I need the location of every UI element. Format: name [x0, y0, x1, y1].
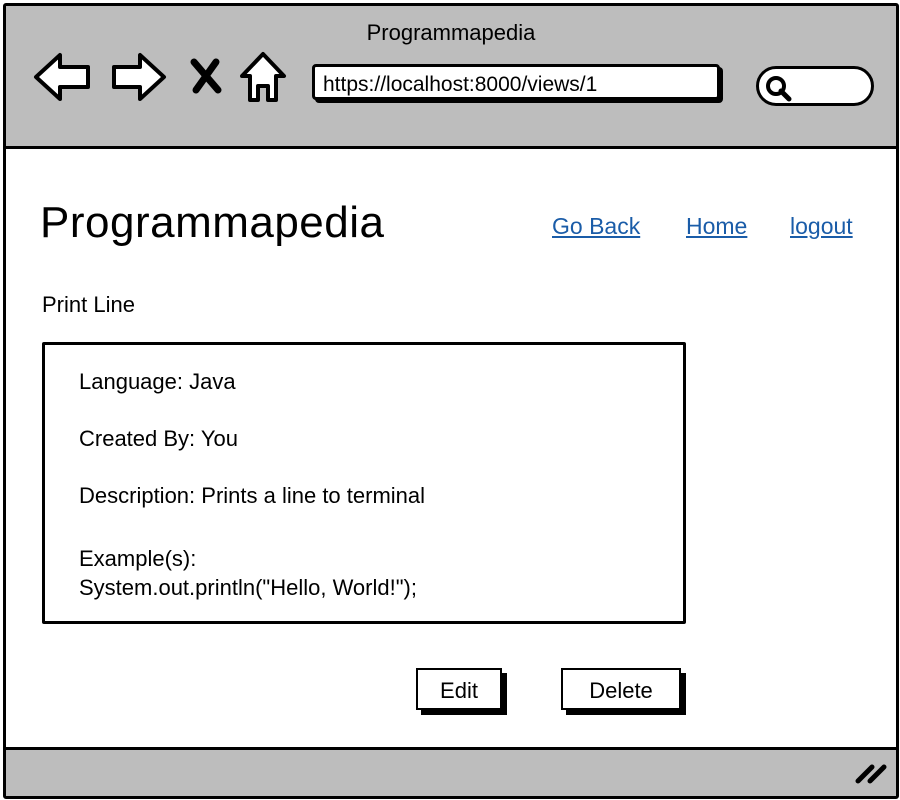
close-icon[interactable] — [188, 56, 224, 101]
url-input[interactable]: https://localhost:8000/views/1 — [312, 64, 720, 100]
delete-button[interactable]: Delete — [561, 668, 681, 710]
logout-link[interactable]: logout — [790, 213, 853, 240]
created-by-field: Created By: You — [79, 426, 239, 451]
browser-window: Programmapedia https://localhost:8000/vi… — [3, 3, 899, 799]
home-icon[interactable] — [238, 50, 288, 109]
page-title: Programmapedia — [40, 198, 385, 247]
example-code: System.out.println("Hello, World!"); — [79, 575, 417, 600]
arrow-left-icon[interactable] — [32, 50, 94, 109]
search-icon — [765, 75, 793, 108]
description-field: Description: Prints a line to terminal — [79, 483, 426, 508]
window-title: Programmapedia — [366, 20, 536, 45]
examples-label: Example(s): — [79, 546, 197, 571]
entry-details-panel: Language: Java Created By: You Descripti… — [42, 342, 686, 624]
home-link[interactable]: Home — [686, 213, 747, 240]
entry-name: Print Line — [42, 292, 135, 317]
browser-toolbar: Programmapedia https://localhost:8000/vi… — [6, 6, 896, 149]
status-bar — [6, 747, 896, 796]
go-back-link[interactable]: Go Back — [552, 213, 640, 240]
edit-button[interactable]: Edit — [416, 668, 502, 710]
language-field: Language: Java — [79, 369, 236, 394]
arrow-right-icon[interactable] — [110, 50, 168, 109]
search-input[interactable] — [756, 66, 874, 106]
resize-grip-icon[interactable] — [854, 759, 888, 790]
